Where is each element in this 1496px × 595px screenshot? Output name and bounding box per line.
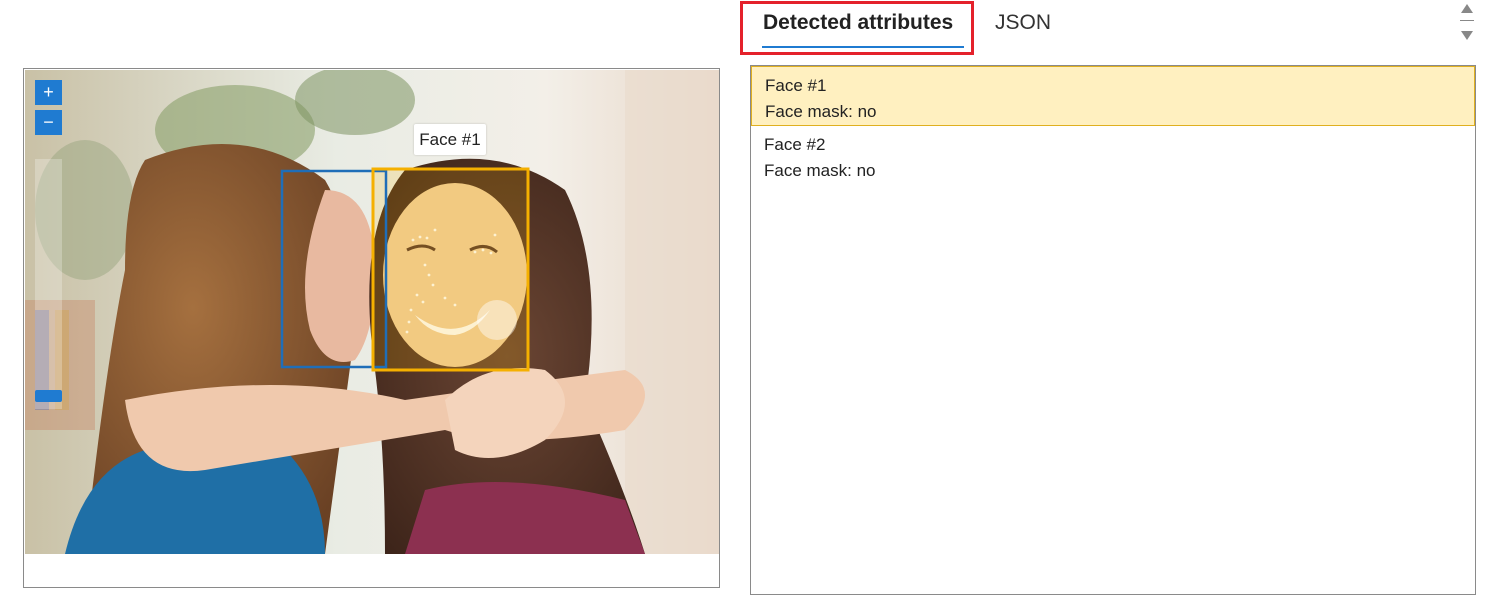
photo [25, 70, 719, 554]
list-item[interactable]: Face #2 Face mask: no [751, 126, 1475, 186]
zoom-in-button[interactable]: + [35, 80, 62, 105]
photo-illustration [25, 70, 719, 554]
scroll-divider [1460, 20, 1474, 21]
scroll-down-icon[interactable] [1461, 31, 1473, 40]
tab-detected-attributes[interactable]: Detected attributes [763, 9, 953, 37]
active-tab-underline [762, 46, 964, 48]
list-item[interactable]: Face #1 Face mask: no [751, 66, 1475, 126]
face-title: Face #2 [764, 135, 826, 154]
image-viewer: + − Face #1 [23, 68, 720, 588]
face-mask-value: Face mask: no [764, 161, 876, 180]
face-title: Face #1 [765, 76, 827, 95]
face-mask-value: Face mask: no [765, 102, 877, 121]
tab-bar: Detected attributes JSON [740, 0, 1440, 60]
zoom-slider-track[interactable] [35, 159, 62, 409]
scroll-up-icon[interactable] [1461, 4, 1473, 13]
scroll-control[interactable] [1458, 0, 1476, 44]
zoom-slider-thumb[interactable] [35, 390, 62, 402]
face-tooltip: Face #1 [414, 124, 486, 155]
tab-json[interactable]: JSON [995, 9, 1051, 37]
detected-attributes-list: Face #1 Face mask: no Face #2 Face mask:… [750, 65, 1476, 595]
zoom-out-button[interactable]: − [35, 110, 62, 135]
